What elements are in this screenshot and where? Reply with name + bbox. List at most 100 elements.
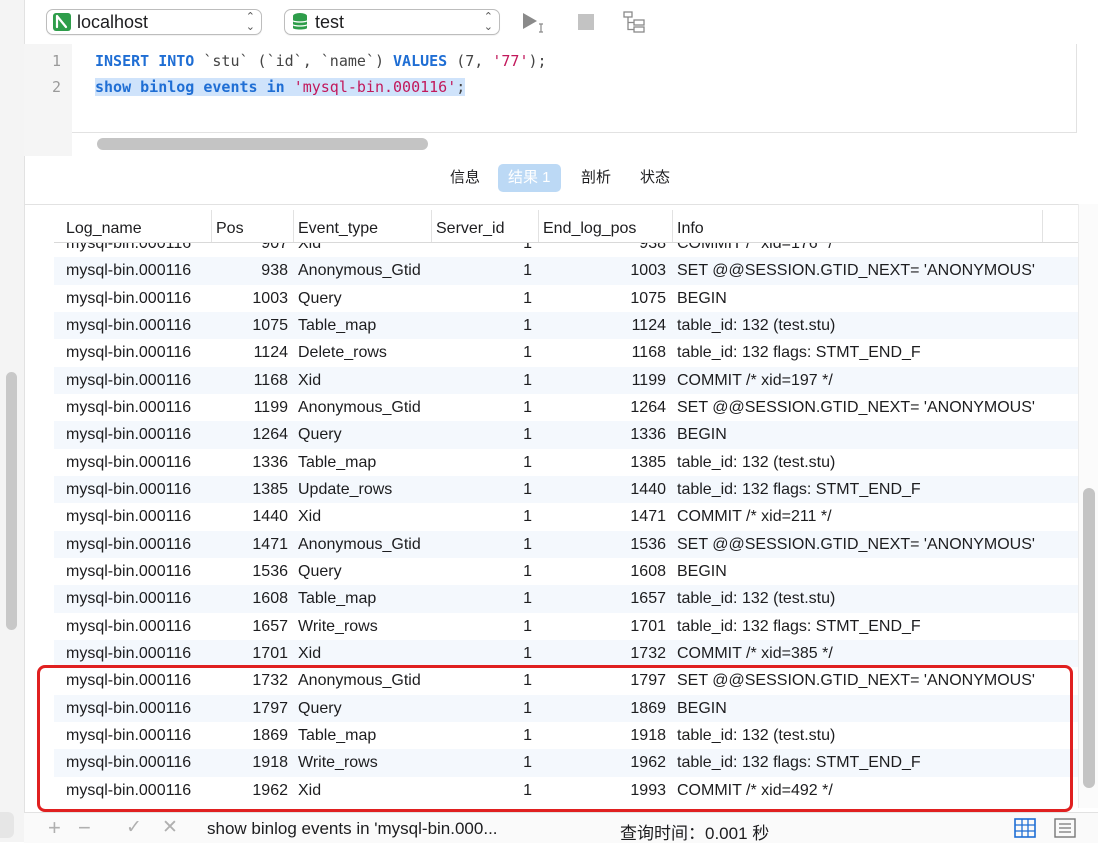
editor-horizontal-scrollbar[interactable]: [97, 138, 428, 150]
grid-vertical-scrollbar[interactable]: [1083, 488, 1095, 788]
column-header-pos[interactable]: Pos: [212, 210, 294, 242]
table-row[interactable]: mysql-bin.000116 1199 Anonymous_Gtid 1 1264 S…: [54, 393, 1078, 422]
table-row[interactable]: mysql-bin.000116 1797 Query 1 1869 BEGIN: [54, 694, 1078, 722]
cell-info: SET @@SESSION.GTID_NEXT= 'ANONYMOUS': [677, 672, 1035, 690]
cell-server-id: 1: [523, 726, 532, 744]
cell-pos: 1124: [253, 344, 288, 362]
table-row[interactable]: mysql-bin.000116 1440 Xid 1 1471 COMMIT /* xi…: [54, 503, 1078, 531]
cell-log-name: mysql-bin.000116: [66, 371, 192, 389]
tab-status[interactable]: 状态: [630, 164, 680, 192]
discard-icon[interactable]: ✕: [162, 815, 178, 841]
grid-view-icon[interactable]: [1014, 818, 1036, 843]
column-header-info[interactable]: Info: [673, 210, 1043, 242]
table-row[interactable]: mysql-bin.000116 1536 Query 1 1608 BEGIN: [54, 557, 1078, 586]
table-row[interactable]: mysql-bin.000116 1918 Write_rows 1 1962 table…: [54, 749, 1078, 777]
connection-select[interactable]: localhost ⌃ ⌄: [46, 9, 262, 35]
status-bar: + − ✓ ✕ show binlog events in 'mysql-bin…: [24, 812, 1098, 843]
run-icon[interactable]: [520, 10, 550, 34]
table-row[interactable]: mysql-bin.000116 1962 Xid 1 1993 COMMIT /* xi…: [54, 776, 1078, 804]
cell-log-name: mysql-bin.000116: [66, 289, 192, 307]
table-row[interactable]: mysql-bin.000116 1075 Table_map 1 1124 table_…: [54, 311, 1078, 340]
cell-event-type: Query: [298, 289, 342, 307]
apply-icon[interactable]: ✓: [126, 815, 142, 841]
code-line-2[interactable]: show binlog events in 'mysql-bin.000116'…: [95, 78, 466, 96]
status-query-text: show binlog events in 'mysql-bin.000...: [207, 819, 498, 838]
connection-name: localhost: [77, 11, 149, 32]
left-panel-tab[interactable]: [0, 812, 14, 838]
result-grid[interactable]: mysql-bin.000116 907 Xid 1 938 COMMIT /* xid=…: [54, 204, 1078, 808]
cell-end-log-pos: 1657: [630, 590, 666, 608]
form-view-icon[interactable]: [1054, 818, 1076, 843]
cell-pos: 938: [261, 262, 288, 280]
cell-server-id: 1: [523, 398, 532, 416]
table-row[interactable]: mysql-bin.000116 1869 Table_map 1 1918 table_…: [54, 721, 1078, 750]
table-row[interactable]: mysql-bin.000116 938 Anonymous_Gtid 1 1003 SE…: [54, 257, 1078, 285]
cell-pos: 1471: [252, 535, 288, 553]
delete-row-icon[interactable]: −: [78, 815, 91, 841]
left-scrollbar-thumb[interactable]: [6, 372, 17, 630]
cell-event-type: Anonymous_Gtid: [298, 262, 421, 280]
database-name: test: [315, 11, 345, 32]
cell-info: COMMIT /* xid=197 */: [677, 371, 833, 389]
tab-result-1[interactable]: 结果 1: [498, 164, 561, 192]
table-row[interactable]: mysql-bin.000116 1732 Anonymous_Gtid 1 1797 S…: [54, 667, 1078, 695]
cell-log-name: mysql-bin.000116: [66, 617, 192, 635]
cell-end-log-pos: 1124: [631, 316, 666, 334]
column-header-server-id[interactable]: Server_id: [432, 210, 539, 242]
cell-end-log-pos: 1962: [630, 754, 666, 772]
explain-icon[interactable]: [622, 10, 648, 34]
cell-info: BEGIN: [677, 426, 727, 444]
cell-end-log-pos: 1701: [630, 617, 666, 635]
cell-pos: 1264: [252, 426, 288, 444]
cell-log-name: mysql-bin.000116: [66, 426, 192, 444]
cell-pos: 1657: [252, 617, 288, 635]
cell-info: table_id: 132 flags: STMT_END_F: [677, 617, 921, 635]
stop-icon[interactable]: [576, 10, 596, 34]
cell-server-id: 1: [523, 453, 532, 471]
table-row[interactable]: mysql-bin.000116 1701 Xid 1 1732 COMMIT /* xi…: [54, 639, 1078, 668]
add-row-icon[interactable]: +: [48, 815, 61, 841]
sql-keyword: show binlog events in: [95, 78, 285, 96]
cell-info: BEGIN: [677, 562, 727, 580]
cell-server-id: 1: [523, 289, 532, 307]
cell-event-type: Xid: [298, 644, 322, 662]
cell-pos: 1075: [252, 316, 288, 334]
cell-end-log-pos: 1797: [630, 672, 666, 690]
cell-server-id: 1: [523, 699, 532, 717]
cell-log-name: mysql-bin.000116: [66, 508, 192, 526]
cell-event-type: Xid: [298, 508, 322, 526]
table-row[interactable]: mysql-bin.000116 1003 Query 1 1075 BEGIN: [54, 284, 1078, 312]
tab-info[interactable]: 信息: [440, 164, 490, 192]
cell-info: table_id: 132 (test.stu): [677, 316, 836, 334]
table-row[interactable]: mysql-bin.000116 1168 Xid 1 1199 COMMIT /* xi…: [54, 366, 1078, 394]
database-select[interactable]: test ⌃ ⌄: [284, 9, 500, 35]
table-row[interactable]: mysql-bin.000116 1608 Table_map 1 1657 table_…: [54, 585, 1078, 613]
column-header-event-type[interactable]: Event_type: [294, 210, 432, 242]
table-row[interactable]: mysql-bin.000116 1471 Anonymous_Gtid 1 1536 S…: [54, 530, 1078, 558]
cell-pos: 1536: [252, 562, 288, 580]
cell-server-id: 1: [523, 426, 532, 444]
table-row[interactable]: mysql-bin.000116 1657 Write_rows 1 1701 table…: [54, 612, 1078, 640]
cell-log-name: mysql-bin.000116: [66, 672, 192, 690]
result-tabs: 信息 结果 1 剖析 状态: [24, 156, 1098, 205]
table-row[interactable]: mysql-bin.000116 1264 Query 1 1336 BEGIN: [54, 421, 1078, 449]
cell-info: COMMIT /* xid=211 */: [677, 508, 832, 526]
cell-end-log-pos: 1168: [631, 344, 666, 362]
column-header-end-log-pos[interactable]: End_log_pos: [539, 210, 673, 242]
table-row[interactable]: mysql-bin.000116 1385 Update_rows 1 1440 tabl…: [54, 475, 1078, 504]
table-row[interactable]: mysql-bin.000116 1124 Delete_rows 1 1168 tabl…: [54, 339, 1078, 367]
sql-string: '77': [492, 52, 529, 70]
cell-server-id: 1: [523, 590, 532, 608]
sql-editor[interactable]: 1 2 INSERT INTO `stu` (`id`, `name`) VAL…: [24, 44, 1077, 156]
cell-info: table_id: 132 flags: STMT_END_F: [677, 344, 921, 362]
column-header-log-name[interactable]: Log_name: [62, 210, 212, 242]
cell-server-id: 1: [523, 781, 532, 799]
cell-end-log-pos: 1385: [630, 453, 666, 471]
table-row[interactable]: mysql-bin.000116 1336 Table_map 1 1385 table_…: [54, 448, 1078, 476]
code-line-1[interactable]: INSERT INTO `stu` (`id`, `name`) VALUES …: [95, 52, 547, 70]
cell-event-type: Anonymous_Gtid: [298, 672, 421, 690]
cell-log-name: mysql-bin.000116: [66, 344, 192, 362]
cell-pos: 1440: [252, 508, 288, 526]
cell-end-log-pos: 1471: [630, 508, 666, 526]
tab-profile[interactable]: 剖析: [571, 164, 621, 192]
